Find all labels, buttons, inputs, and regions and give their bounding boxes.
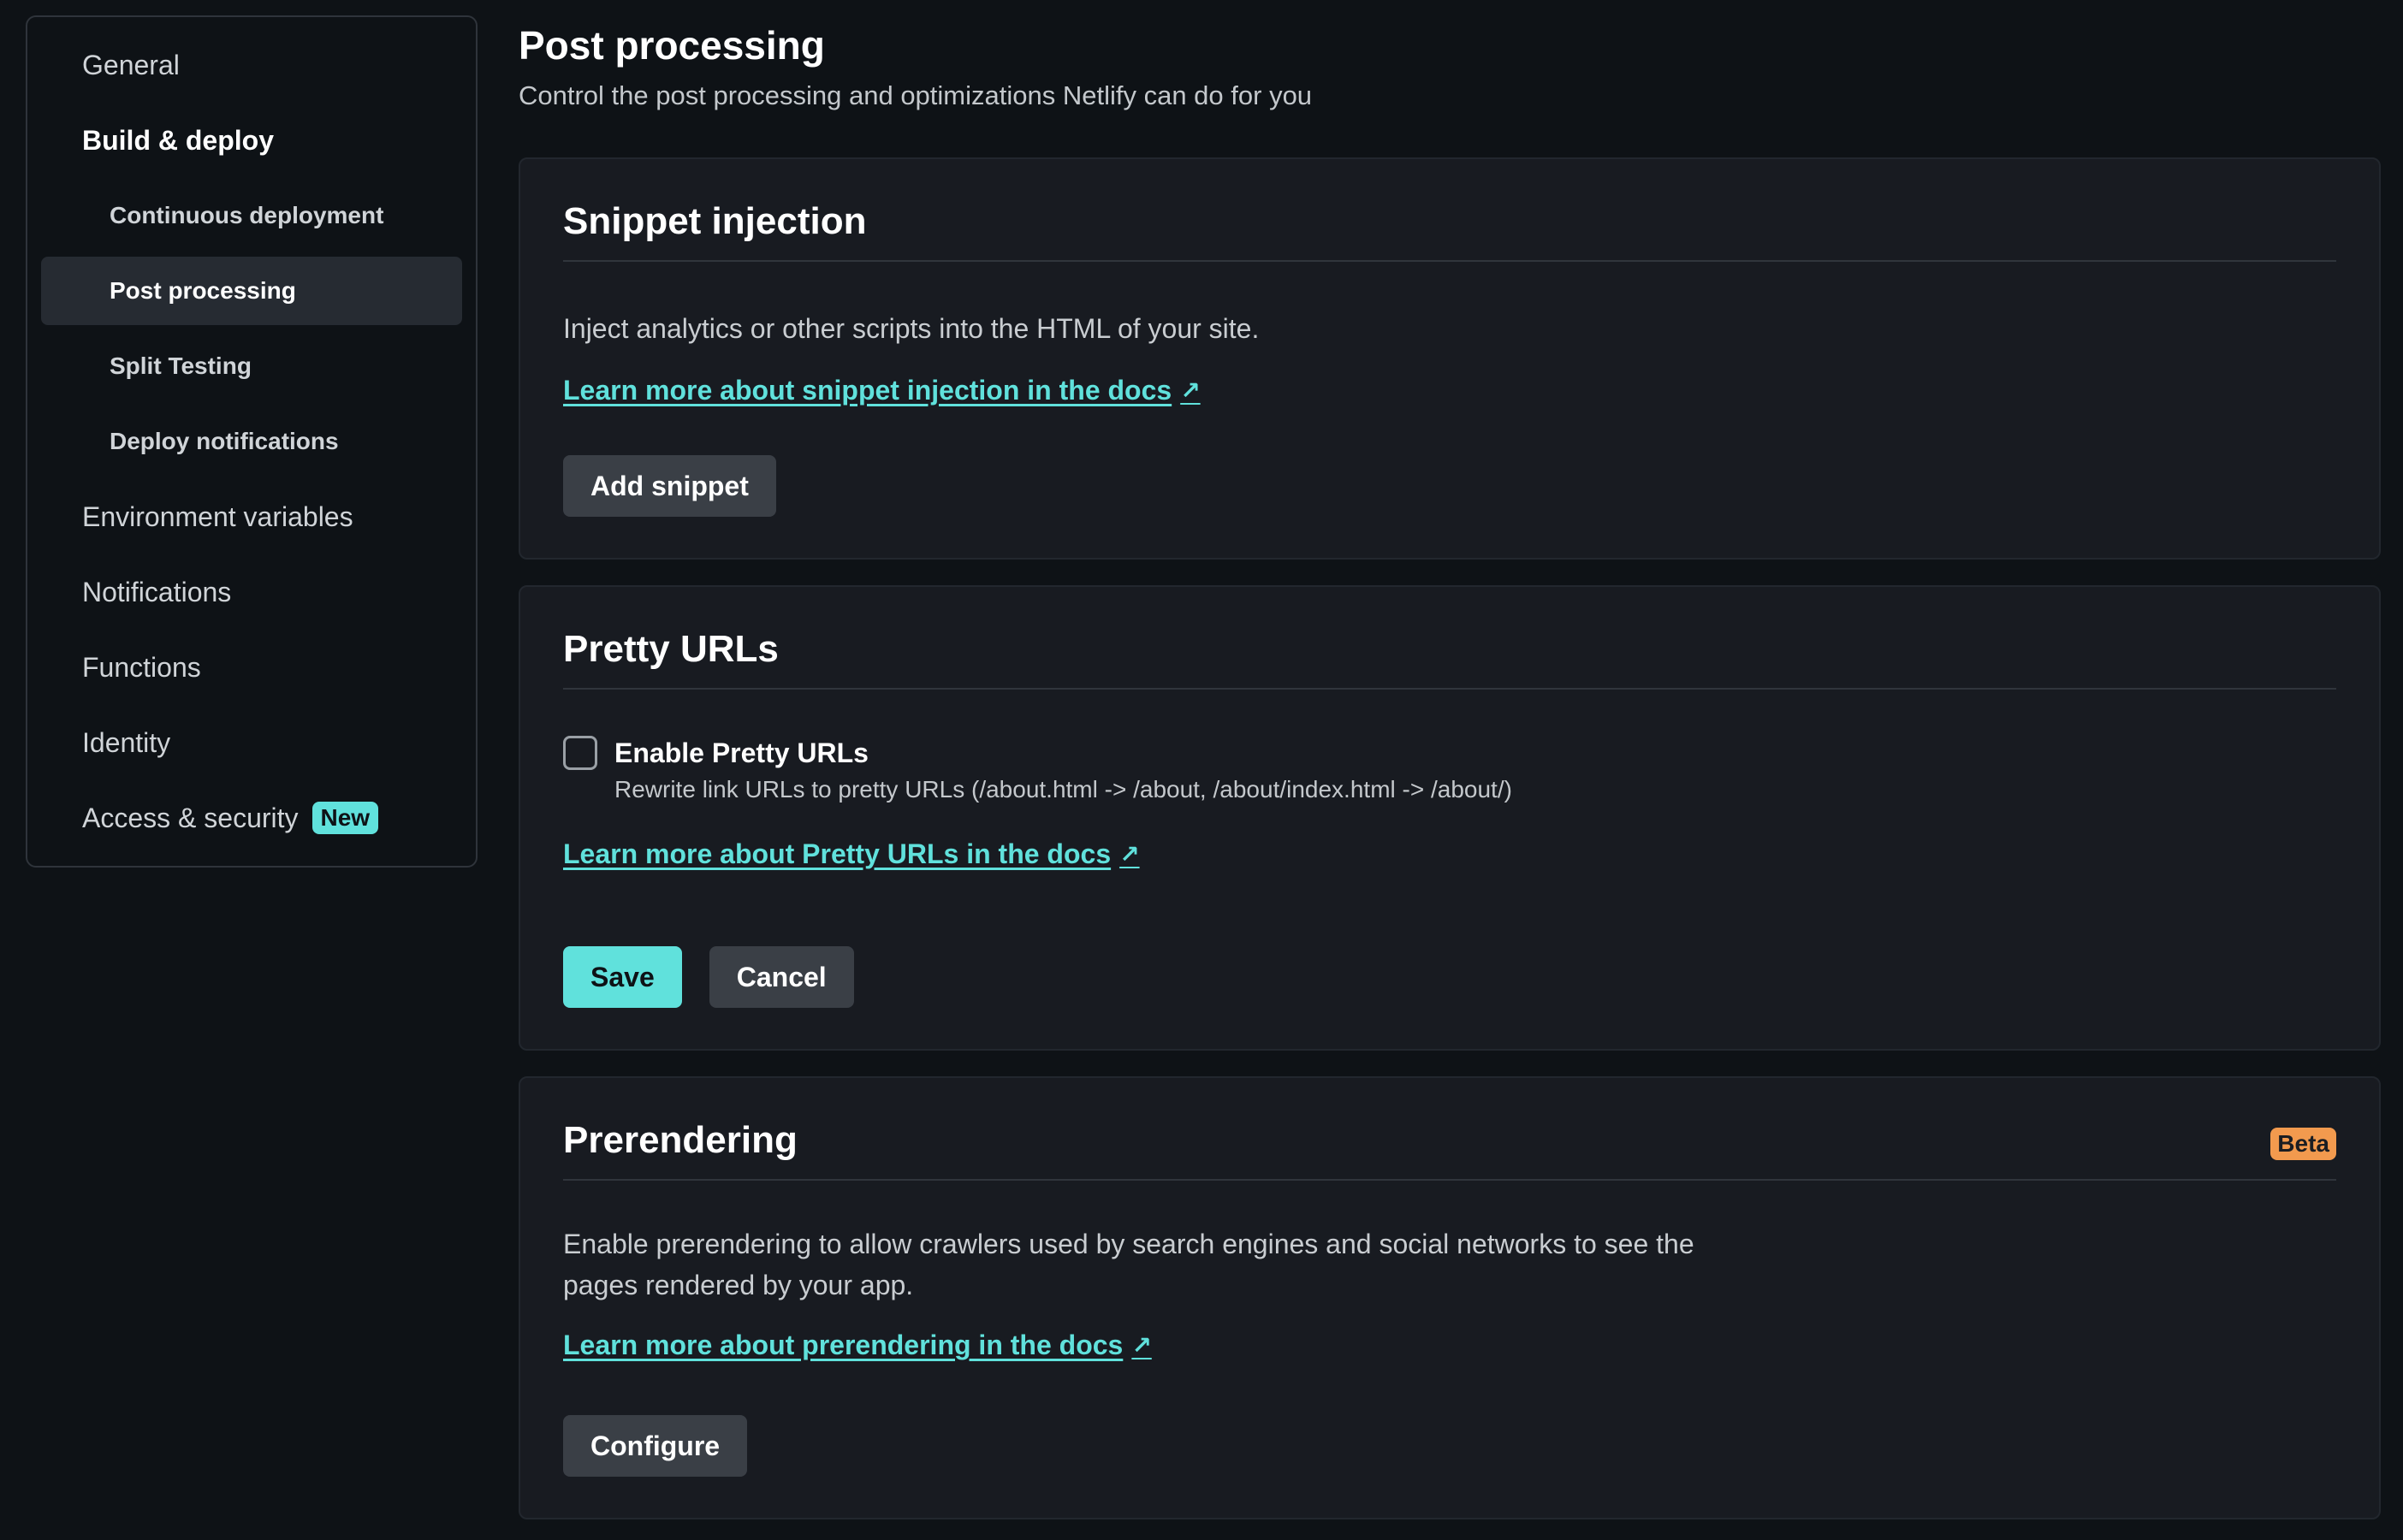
- pretty-urls-option: Enable Pretty URLs Rewrite link URLs to …: [563, 734, 1512, 808]
- description-line: pages rendered by your app.: [563, 1270, 914, 1300]
- sidebar-item-label: Notifications: [82, 576, 232, 607]
- sidebar-item-access-security[interactable]: Access & security New: [41, 784, 462, 852]
- sidebar-item-label: Post processing: [110, 277, 296, 304]
- sidebar-item-continuous-deployment[interactable]: Continuous deployment: [41, 181, 462, 250]
- sidebar-item-general[interactable]: General: [41, 31, 462, 99]
- configure-button[interactable]: Configure: [563, 1415, 748, 1477]
- card-title: Snippet injection: [563, 200, 867, 242]
- sidebar-item-label: Identity: [82, 726, 171, 758]
- sidebar-item-label: Deploy notifications: [110, 428, 339, 454]
- sidebar-item-label: Split Testing: [110, 352, 252, 379]
- add-snippet-button[interactable]: Add snippet: [563, 455, 776, 517]
- sidebar-item-label: Build & deploy: [82, 124, 274, 156]
- enable-pretty-urls-checkbox[interactable]: [563, 736, 597, 770]
- page: General Build & deploy Continuous deploy…: [0, 0, 2403, 1540]
- sidebar-item-label: Environment variables: [82, 500, 353, 532]
- arrow-up-right-icon: ↗: [1131, 1332, 1152, 1359]
- sidebar-item-environment-variables[interactable]: Environment variables: [41, 483, 462, 551]
- sidebar-item-identity[interactable]: Identity: [41, 708, 462, 777]
- link-text: Learn more about Pretty URLs in the docs: [563, 838, 1112, 869]
- pretty-urls-card: Pretty URLs Enable Pretty URLs Rewrite l…: [519, 585, 2381, 1051]
- snippet-injection-card: Snippet injection Inject analytics or ot…: [519, 157, 2381, 560]
- arrow-up-right-icon: ↗: [1119, 841, 1140, 868]
- sidebar-item-label: Access & security: [82, 802, 299, 833]
- prerendering-docs-link[interactable]: Learn more about prerendering in the doc…: [563, 1330, 1152, 1361]
- save-button[interactable]: Save: [563, 946, 682, 1008]
- cancel-button[interactable]: Cancel: [709, 946, 854, 1008]
- link-text: Learn more about snippet injection in th…: [563, 375, 1172, 406]
- card-title: Prerendering: [563, 1119, 798, 1161]
- sidebar-item-split-testing[interactable]: Split Testing: [41, 332, 462, 400]
- snippet-docs-link[interactable]: Learn more about snippet injection in th…: [563, 375, 1201, 406]
- link-text: Learn more about prerendering in the doc…: [563, 1330, 1124, 1360]
- checkbox-description: Rewrite link URLs to pretty URLs (/about…: [614, 776, 1512, 803]
- page-subtitle: Control the post processing and optimiza…: [519, 80, 1313, 110]
- prerendering-card: Prerendering Beta Enable prerendering to…: [519, 1076, 2381, 1519]
- sidebar-item-post-processing[interactable]: Post processing: [41, 257, 462, 325]
- sidebar-item-label: General: [82, 49, 180, 80]
- sidebar-item-build-deploy[interactable]: Build & deploy: [41, 106, 462, 175]
- pretty-urls-docs-link[interactable]: Learn more about Pretty URLs in the docs…: [563, 838, 1140, 870]
- card-header: Snippet injection: [563, 159, 2336, 262]
- description-line: Enable prerendering to allow crawlers us…: [563, 1229, 1694, 1259]
- prerendering-description: Enable prerendering to allow crawlers us…: [563, 1223, 1694, 1306]
- sidebar-item-label: Continuous deployment: [110, 202, 384, 228]
- beta-badge: Beta: [2270, 1128, 2336, 1160]
- sidebar-item-label: Functions: [82, 651, 201, 683]
- arrow-up-right-icon: ↗: [1180, 377, 1201, 404]
- card-title: Pretty URLs: [563, 628, 779, 670]
- card-header: Prerendering Beta: [563, 1078, 2336, 1181]
- settings-sidebar: General Build & deploy Continuous deploy…: [26, 15, 478, 868]
- sidebar-item-notifications[interactable]: Notifications: [41, 558, 462, 626]
- snippet-description: Inject analytics or other scripts into t…: [563, 313, 1260, 344]
- checkbox-label: Enable Pretty URLs: [614, 737, 869, 768]
- card-header: Pretty URLs: [563, 587, 2336, 690]
- sidebar-item-deploy-notifications[interactable]: Deploy notifications: [41, 407, 462, 476]
- new-badge: New: [312, 802, 379, 834]
- page-title: Post processing: [519, 23, 825, 68]
- sidebar-item-functions[interactable]: Functions: [41, 633, 462, 702]
